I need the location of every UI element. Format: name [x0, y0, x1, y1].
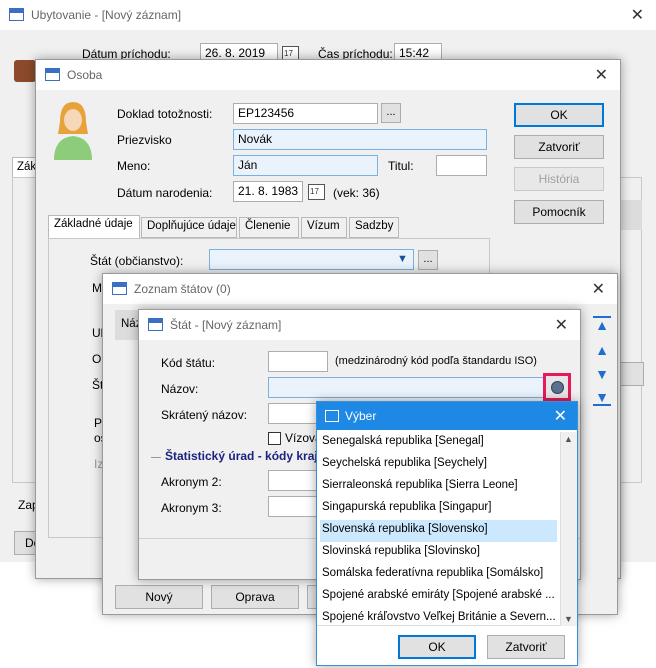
- window-icon: [112, 282, 127, 295]
- title-field[interactable]: [436, 155, 487, 176]
- new-button[interactable]: Nový: [115, 585, 203, 609]
- stat-titlebar: Štát - [Nový záznam] ✕: [139, 310, 580, 340]
- acronym2-label: Akronym 2:: [161, 475, 222, 489]
- history-button[interactable]: História: [514, 167, 604, 191]
- right-partial-button[interactable]: [620, 362, 644, 386]
- list-item[interactable]: Somálska federatívna republika [Somálsko…: [320, 564, 557, 586]
- name-label: Meno:: [117, 159, 151, 173]
- vyber-popup: Výber ✕ Senegalská republika [Senegal] Se…: [316, 401, 578, 666]
- surname-field[interactable]: Novák: [233, 129, 487, 150]
- window-icon: [9, 8, 24, 21]
- state-name-field[interactable]: [268, 377, 548, 398]
- id-doc-browse-button[interactable]: ...: [381, 103, 401, 123]
- tab-extra[interactable]: Doplňujúce údaje: [141, 217, 237, 238]
- next-record-icon[interactable]: ▼: [593, 366, 611, 382]
- person-icon: [54, 102, 92, 160]
- name-field[interactable]: Ján: [233, 155, 378, 176]
- lookup-button[interactable]: [543, 373, 571, 401]
- tab-membership[interactable]: Členenie: [239, 217, 299, 238]
- list-item[interactable]: Slovenská republika [Slovensko]: [320, 520, 557, 542]
- surname-label: Priezvisko: [117, 133, 172, 147]
- zoznam-titlebar: Zoznam štátov (0) ✕: [103, 274, 617, 304]
- list-item[interactable]: Sierraleonská republika [Sierra Leone]: [320, 476, 557, 498]
- title-label: Titul:: [388, 159, 414, 173]
- scroll-up-icon[interactable]: ▲: [564, 434, 573, 444]
- acronym3-label: Akronym 3:: [161, 501, 222, 515]
- chevron-down-icon[interactable]: ▼: [393, 250, 412, 269]
- close-icon[interactable]: ✕: [555, 315, 568, 335]
- id-doc-label: Doklad totožnosti:: [117, 107, 213, 121]
- ok-button[interactable]: OK: [514, 103, 604, 127]
- state-browse-button[interactable]: ...: [418, 250, 438, 270]
- window-title: Výber: [345, 409, 377, 423]
- calendar-icon[interactable]: [307, 182, 325, 200]
- tab-visa[interactable]: Vízum: [301, 217, 347, 238]
- code-label: Kód štátu:: [161, 356, 216, 370]
- helper-button[interactable]: Pomocník: [514, 200, 604, 224]
- vyber-ok-button[interactable]: OK: [398, 635, 476, 659]
- close-icon[interactable]: ✕: [592, 279, 605, 299]
- state-combo[interactable]: [209, 249, 414, 270]
- window-title: Štát - [Nový záznam]: [170, 318, 282, 332]
- age-text: (vek: 36): [333, 186, 380, 200]
- list-item[interactable]: Spojené kráľovstvo Veľkej Británie a Sev…: [320, 608, 557, 630]
- scrollbar[interactable]: ▲ ▼: [560, 432, 577, 626]
- birth-date-label: Dátum narodenia:: [117, 186, 213, 200]
- scroll-down-icon[interactable]: ▼: [564, 614, 573, 624]
- window-icon: [325, 410, 339, 422]
- list-item[interactable]: Slovinská republika [Slovinsko]: [320, 542, 557, 564]
- section-divider: [151, 457, 161, 458]
- vyber-titlebar: Výber ✕: [317, 402, 577, 430]
- tab-rates[interactable]: Sadzby: [349, 217, 399, 238]
- vyber-close-button[interactable]: Zatvoriť: [487, 635, 565, 659]
- id-doc-field[interactable]: EP123456: [233, 103, 378, 124]
- window-title: Ubytovanie - [Nový záznam]: [31, 8, 182, 22]
- window-title: Zoznam štátov (0): [134, 282, 231, 296]
- window-icon: [45, 68, 60, 81]
- tab-basic[interactable]: Základné údaje: [48, 215, 140, 238]
- close-icon[interactable]: ✕: [631, 5, 644, 25]
- stat-section-title: Štatistický úrad - kódy kraj: [165, 449, 318, 463]
- last-record-icon[interactable]: ▼: [593, 390, 611, 406]
- list-item[interactable]: Spojené arabské emiráty [Spojené arabské…: [320, 586, 557, 608]
- country-list[interactable]: Senegalská republika [Senegal] Seychelská…: [317, 432, 577, 626]
- code-hint: (medzinárodný kód podľa štandardu ISO): [335, 355, 537, 367]
- close-icon[interactable]: ✕: [554, 406, 567, 426]
- osoba-titlebar: Osoba ✕: [36, 60, 620, 90]
- ubytovanie-titlebar: Ubytovanie - [Nový záznam] ✕: [0, 0, 656, 30]
- birth-date-field[interactable]: 21. 8. 1983: [233, 181, 303, 202]
- lookup-icon: [551, 381, 564, 394]
- bed-icon: [14, 60, 36, 82]
- edit-button[interactable]: Oprava: [211, 585, 299, 609]
- list-item[interactable]: Singapurská republika [Singapur]: [320, 498, 557, 520]
- close-icon[interactable]: ✕: [595, 65, 608, 85]
- previous-record-icon[interactable]: ▲: [593, 342, 611, 358]
- visa-checkbox[interactable]: [268, 432, 281, 445]
- window-icon: [148, 318, 163, 331]
- close-button[interactable]: Zatvoriť: [514, 135, 604, 159]
- state-label: Štát (občianstvo):: [90, 254, 184, 268]
- window-title: Osoba: [67, 68, 103, 82]
- list-item[interactable]: Senegalská republika [Senegal]: [320, 432, 557, 454]
- tab-strip: Základné údaje Doplňujúce údaje Členenie…: [48, 215, 488, 239]
- right-grid-header: [620, 200, 642, 230]
- short-name-label: Skrátený názov:: [161, 408, 248, 422]
- first-record-icon[interactable]: ▲: [593, 316, 611, 332]
- name-label: Názov:: [161, 382, 199, 396]
- list-item[interactable]: Seychelská republika [Seychely]: [320, 454, 557, 476]
- code-field[interactable]: [268, 351, 328, 372]
